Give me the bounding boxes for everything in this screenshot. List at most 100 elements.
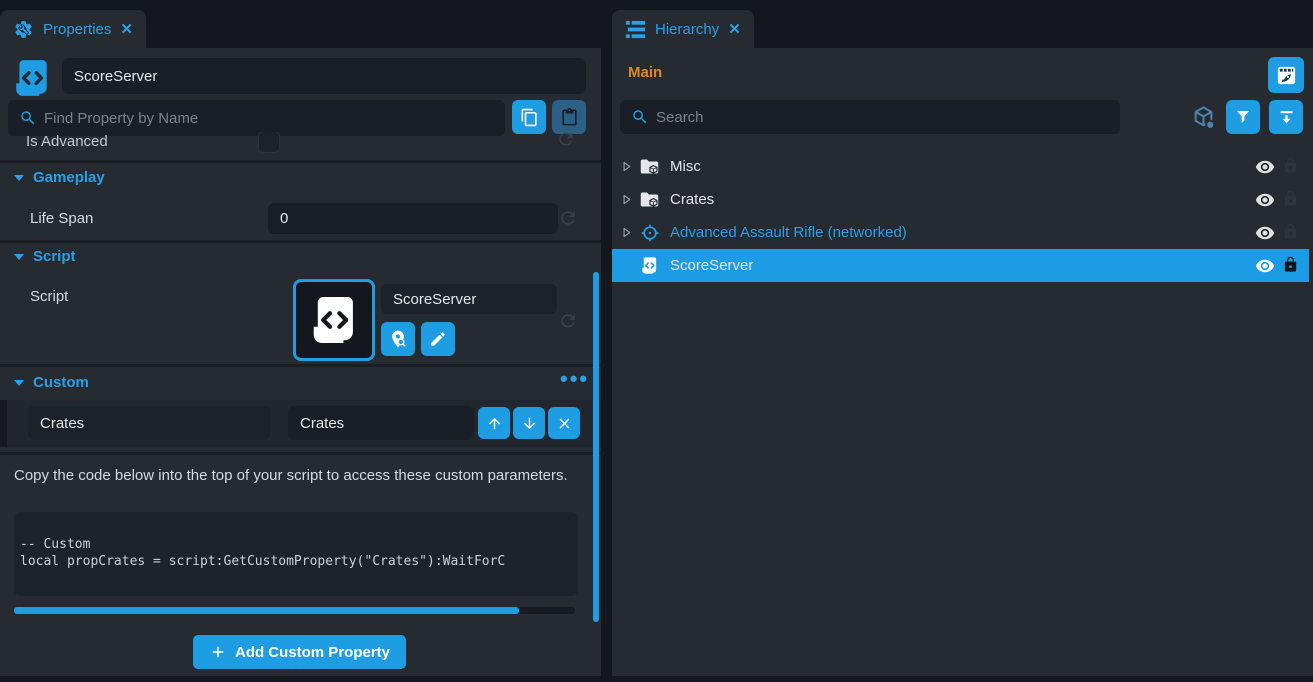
tree-row-label: ScoreServer — [670, 257, 753, 274]
folder-cube-icon — [639, 156, 660, 177]
tree-row-advanced-assault-rifle[interactable]: Advanced Assault Rifle (networked) — [612, 216, 1313, 249]
expand-spacer — [620, 259, 633, 272]
copy-properties-button[interactable] — [512, 100, 546, 134]
reset-icon[interactable] — [556, 132, 576, 154]
scrolled-property-region: Is Advanced — [0, 132, 590, 158]
script-section-header[interactable]: Script — [14, 248, 76, 265]
custom-property-name-input[interactable] — [28, 406, 270, 440]
tab-properties-label: Properties — [43, 21, 111, 38]
hierarchy-list-icon — [625, 19, 646, 40]
paste-clipboard-icon — [560, 108, 579, 127]
property-search-input[interactable] — [8, 100, 505, 136]
gameplay-section-title: Gameplay — [33, 169, 105, 186]
hierarchy-search-input[interactable] — [620, 100, 1120, 134]
visibility-eye-icon[interactable] — [1255, 223, 1275, 248]
gameplay-section-header[interactable]: Gameplay — [14, 169, 105, 186]
section-divider — [0, 452, 601, 455]
custom-property-row — [0, 400, 601, 447]
visibility-eye-icon[interactable] — [1255, 157, 1275, 182]
add-custom-property-button[interactable]: Add Custom Property — [193, 635, 406, 669]
copy-icon — [520, 108, 539, 127]
is-advanced-row: Is Advanced — [0, 132, 590, 158]
weapon-crosshair-icon — [639, 222, 660, 243]
move-property-down-button[interactable] — [513, 407, 545, 439]
row-edge — [0, 400, 7, 447]
tab-hierarchy[interactable]: Hierarchy ✕ — [612, 10, 754, 48]
lock-icon[interactable] — [1282, 190, 1299, 212]
reset-icon[interactable] — [558, 311, 578, 336]
properties-panel: Is Advanced Gameplay Life Span Script Sc… — [0, 48, 601, 676]
collapse-triangle-icon — [14, 175, 24, 181]
expand-triangle-icon[interactable] — [620, 160, 633, 173]
tree-row-label: Misc — [670, 158, 701, 175]
expand-triangle-icon[interactable] — [620, 226, 633, 239]
hierarchy-close-icon[interactable]: ✕ — [728, 22, 741, 37]
tree-row-label: Crates — [670, 191, 714, 208]
arrow-down-icon — [521, 415, 538, 432]
properties-close-icon[interactable]: ✕ — [120, 22, 133, 37]
section-divider — [0, 160, 601, 163]
tab-properties[interactable]: Properties ✕ — [0, 10, 146, 48]
collapse-down-arrow-icon — [1277, 108, 1296, 127]
more-menu-icon[interactable]: ••• — [560, 366, 589, 392]
tree-row-label: Advanced Assault Rifle (networked) — [670, 224, 907, 241]
arrow-up-icon — [486, 415, 503, 432]
hierarchy-tree: Misc Crates — [612, 150, 1313, 282]
object-name-input[interactable] — [62, 58, 586, 94]
find-script-button[interactable] — [381, 322, 415, 356]
life-span-input[interactable] — [268, 203, 558, 234]
tree-row-scoreserver[interactable]: ScoreServer — [612, 249, 1309, 282]
scene-name-label: Main — [628, 64, 662, 81]
script-asset-thumbnail[interactable] — [293, 279, 375, 361]
plus-icon — [209, 643, 227, 661]
collapse-all-button[interactable] — [1269, 100, 1303, 134]
lock-icon[interactable] — [1282, 223, 1299, 245]
code-line: -- Custom — [20, 536, 578, 553]
film-rocket-icon — [1275, 64, 1298, 87]
move-property-up-button[interactable] — [478, 407, 510, 439]
section-divider — [0, 240, 601, 243]
script-icon — [639, 255, 660, 276]
filter-button[interactable] — [1226, 100, 1260, 134]
visibility-eye-icon[interactable] — [1255, 190, 1275, 215]
group-cube-icon[interactable] — [1190, 104, 1217, 131]
tree-row-crates[interactable]: Crates — [612, 183, 1313, 216]
script-row-label: Script — [30, 288, 68, 305]
horizontal-scrollbar-track[interactable] — [14, 607, 575, 614]
lock-icon[interactable] — [1282, 157, 1299, 179]
properties-gear-wrench-icon — [13, 19, 34, 40]
hierarchy-panel: Main — [612, 48, 1313, 676]
collapse-triangle-icon — [14, 254, 24, 260]
custom-property-value-input[interactable] — [288, 406, 474, 440]
tree-row-misc[interactable]: Misc — [612, 150, 1313, 183]
tab-hierarchy-label: Hierarchy — [655, 21, 719, 38]
vertical-scrollbar-thumb[interactable] — [593, 272, 599, 622]
x-icon — [556, 415, 573, 432]
is-advanced-checkbox[interactable] — [258, 132, 280, 153]
paste-properties-button[interactable] — [552, 100, 586, 134]
add-custom-property-label: Add Custom Property — [235, 644, 390, 661]
pencil-icon — [429, 330, 447, 348]
hierarchy-search — [620, 100, 1120, 134]
funnel-icon — [1234, 108, 1252, 126]
reset-icon[interactable] — [558, 208, 578, 233]
custom-section-header[interactable]: Custom — [14, 374, 89, 391]
expand-triangle-icon[interactable] — [620, 193, 633, 206]
edit-script-button[interactable] — [421, 322, 455, 356]
code-line: local propCrates = script:GetCustomPrope… — [20, 553, 578, 570]
search-icon — [19, 109, 37, 132]
visibility-eye-icon[interactable] — [1255, 256, 1275, 281]
script-asset-name-field[interactable] — [381, 284, 557, 314]
collapse-triangle-icon — [14, 380, 24, 386]
life-span-label: Life Span — [30, 210, 93, 227]
folder-cube-icon — [639, 189, 660, 210]
lock-icon[interactable] — [1282, 256, 1299, 278]
scene-preview-button[interactable] — [1268, 57, 1304, 93]
horizontal-scrollbar-thumb[interactable] — [14, 607, 519, 614]
delete-property-button[interactable] — [548, 407, 580, 439]
custom-section-title: Custom — [33, 374, 89, 391]
search-icon — [631, 108, 649, 131]
script-type-icon — [11, 57, 53, 104]
script-section-title: Script — [33, 248, 76, 265]
custom-help-text: Copy the code below into the top of your… — [14, 466, 570, 486]
